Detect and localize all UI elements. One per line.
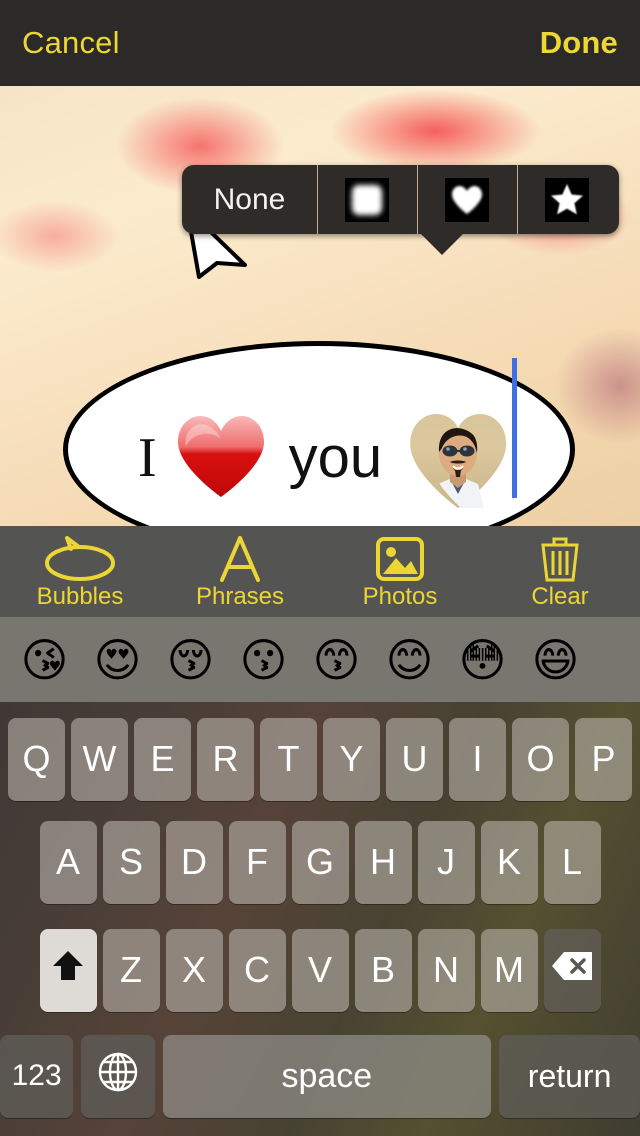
emoji-kissing-face-with-closed-eyes[interactable]: 😚 — [154, 637, 227, 683]
key-q[interactable]: Q — [8, 717, 65, 801]
key-s[interactable]: S — [102, 820, 160, 904]
toolbar-item-photos[interactable]: Photos — [320, 526, 480, 617]
key-m[interactable]: M — [480, 928, 538, 1012]
key-w[interactable]: W — [71, 717, 128, 801]
shift-arrow-icon — [51, 949, 85, 992]
photo-canvas[interactable]: I you — [0, 86, 640, 526]
mask-option-rounded-square[interactable] — [317, 165, 417, 234]
key-j[interactable]: J — [417, 820, 475, 904]
key-a[interactable]: A — [39, 820, 97, 904]
key-u[interactable]: U — [386, 717, 443, 801]
trash-icon — [538, 535, 582, 583]
keyboard-row-4: 123 space return — [0, 1024, 640, 1128]
star-mask-icon — [545, 177, 589, 222]
return-key[interactable]: return — [499, 1034, 640, 1118]
cancel-button[interactable]: Cancel — [22, 25, 120, 61]
backspace-key[interactable] — [543, 928, 601, 1012]
emoji-flushed-face[interactable]: 😳 — [446, 637, 519, 683]
keyboard-row-1: Q W E R T Y U I O P — [0, 702, 640, 808]
toolbar-item-phrases[interactable]: Phrases — [160, 526, 320, 617]
emoji-kissing-face-with-smiling-eyes[interactable]: 😙 — [300, 637, 373, 683]
shift-key[interactable] — [39, 928, 97, 1012]
key-e[interactable]: E — [134, 717, 191, 801]
key-b[interactable]: B — [354, 928, 412, 1012]
text-cursor — [512, 358, 517, 498]
speech-bubble[interactable]: I you — [63, 341, 575, 526]
emoji-face-blowing-a-kiss[interactable]: 😘 — [8, 637, 81, 683]
key-h[interactable]: H — [354, 820, 412, 904]
mask-option-heart[interactable] — [417, 165, 517, 234]
toolbar-item-bubbles[interactable]: Bubbles — [0, 526, 160, 617]
rounded-square-mask-icon — [345, 177, 389, 222]
bubble-text-before: I — [138, 427, 157, 489]
key-o[interactable]: O — [512, 717, 569, 801]
editor-toolbar: Bubbles Phrases Photos Clear — [0, 526, 640, 617]
key-v[interactable]: V — [291, 928, 349, 1012]
mask-picker-popup[interactable]: None — [182, 165, 619, 234]
emoji-smiling-face-with-heart-eyes[interactable]: 😍 — [81, 637, 154, 683]
photo-icon — [375, 535, 425, 583]
key-k[interactable]: K — [480, 820, 538, 904]
key-l[interactable]: L — [543, 820, 601, 904]
speech-bubble-icon — [43, 535, 117, 583]
key-f[interactable]: F — [228, 820, 286, 904]
key-i[interactable]: I — [449, 717, 506, 801]
key-n[interactable]: N — [417, 928, 475, 1012]
heart-emoji-icon — [175, 413, 267, 504]
mask-option-none[interactable]: None — [182, 165, 317, 234]
bubble-content: I you — [138, 408, 510, 508]
key-c[interactable]: C — [228, 928, 286, 1012]
emoji-grinning-face-with-smiling-eyes[interactable]: 😄 — [519, 637, 592, 683]
heart-mask-icon — [445, 177, 489, 222]
keyboard-row-3: Z X C V B N M — [0, 916, 640, 1024]
toolbar-label-photos: Photos — [362, 582, 438, 610]
toolbar-label-clear: Clear — [531, 582, 589, 610]
key-y[interactable]: Y — [323, 717, 380, 801]
key-r[interactable]: R — [197, 717, 254, 801]
navigation-bar: Cancel Done — [0, 0, 640, 86]
key-z[interactable]: Z — [102, 928, 160, 1012]
mask-option-star[interactable] — [517, 165, 617, 234]
done-button[interactable]: Done — [540, 25, 618, 61]
globe-icon — [97, 1051, 139, 1102]
key-x[interactable]: X — [165, 928, 223, 1012]
key-p[interactable]: P — [575, 717, 632, 801]
key-d[interactable]: D — [165, 820, 223, 904]
letter-a-icon — [215, 535, 265, 583]
emoji-picker-strip[interactable]: 😘 😍 😚 😗 😙 😊 😳 😄 — [0, 617, 640, 702]
toolbar-label-bubbles: Bubbles — [36, 582, 124, 610]
key-t[interactable]: T — [260, 717, 317, 801]
toolbar-label-phrases: Phrases — [195, 582, 285, 610]
toolbar-item-clear[interactable]: Clear — [480, 526, 640, 617]
emoji-smiling-face-with-smiling-eyes[interactable]: 😊 — [373, 637, 446, 683]
keyboard-row-2: A S D F G H J K L — [0, 808, 640, 916]
space-key[interactable]: space — [162, 1034, 492, 1118]
bubble-text-after: you — [288, 425, 383, 490]
globe-key[interactable] — [81, 1034, 155, 1118]
backspace-icon — [550, 949, 594, 991]
on-screen-keyboard[interactable]: Q W E R T Y U I O P A S D F G H J K L Z … — [0, 702, 640, 1136]
popup-tail — [420, 233, 464, 255]
bubble-photo-heart-masked[interactable] — [406, 408, 510, 508]
numbers-key[interactable]: 123 — [0, 1034, 74, 1118]
key-g[interactable]: G — [291, 820, 349, 904]
emoji-kissing-face[interactable]: 😗 — [227, 637, 300, 683]
